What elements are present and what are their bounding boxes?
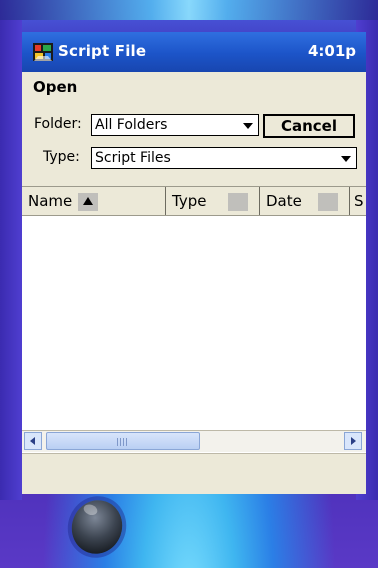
screen: Script File 4:01p Open Folder: All Folde… (22, 32, 366, 494)
type-dropdown[interactable]: Script Files (91, 147, 357, 169)
scroll-left-button[interactable] (24, 432, 42, 450)
chevron-down-icon (341, 156, 351, 162)
cancel-button[interactable]: Cancel (263, 114, 355, 138)
column-size-label: S (354, 192, 364, 210)
clock[interactable]: 4:01p (308, 42, 356, 60)
list-header: Name Type Date S (22, 186, 366, 216)
horizontal-scrollbar[interactable] (22, 430, 366, 452)
type-label: Type: (43, 149, 80, 165)
column-header-name[interactable]: Name (22, 187, 166, 215)
column-type-label: Type (172, 192, 207, 210)
column-date-label: Date (266, 192, 302, 210)
menu-item-open[interactable]: Open (33, 78, 77, 96)
chevron-down-icon (243, 123, 253, 129)
menu-bar: Open (22, 72, 366, 103)
scroll-right-icon (351, 437, 356, 445)
scroll-right-button[interactable] (344, 432, 362, 450)
app-icon[interactable] (32, 41, 54, 63)
column-header-type[interactable]: Type (166, 187, 260, 215)
column-header-size[interactable]: S (350, 187, 366, 215)
sort-placeholder-icon (318, 193, 338, 211)
title-bar: Script File 4:01p (22, 32, 366, 72)
softkey-bar (22, 453, 366, 494)
folder-dropdown[interactable]: All Folders (91, 114, 259, 136)
window-title: Script File (58, 42, 147, 60)
type-dropdown-value: Script Files (95, 150, 171, 166)
folder-dropdown-value: All Folders (95, 117, 168, 133)
device-frame: Script File 4:01p Open Folder: All Folde… (0, 0, 378, 568)
grip-icon (117, 438, 127, 446)
file-filter-form: Folder: All Folders Cancel Type: Script … (22, 102, 366, 186)
device-bottom (0, 494, 378, 568)
scrollbar-thumb[interactable] (46, 432, 200, 450)
device-left-bezel (0, 20, 22, 500)
file-list[interactable] (22, 216, 366, 430)
scroll-left-icon (30, 437, 35, 445)
folder-label: Folder: (34, 116, 82, 132)
column-name-label: Name (28, 192, 73, 210)
sort-placeholder-icon (228, 193, 248, 211)
column-header-date[interactable]: Date (260, 187, 350, 215)
sort-up-icon (78, 193, 98, 211)
